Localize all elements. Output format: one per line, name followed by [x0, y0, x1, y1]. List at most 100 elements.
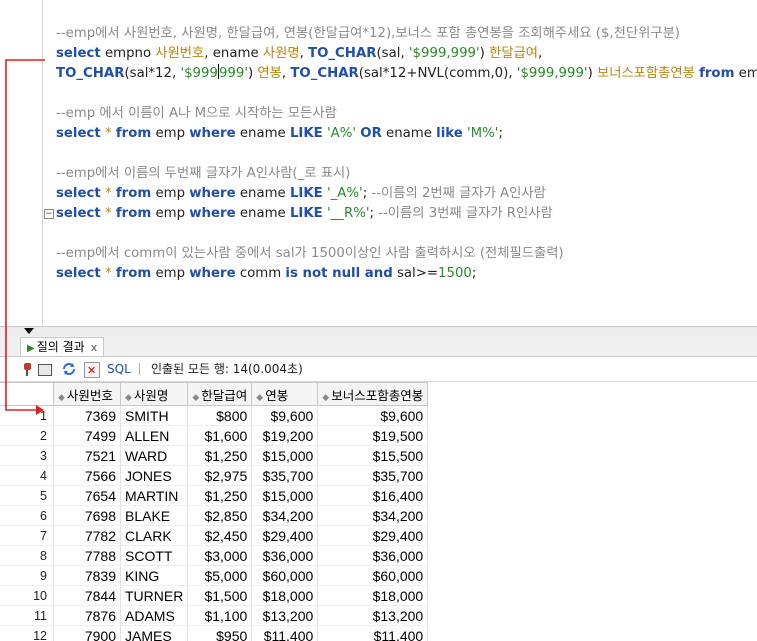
- table-cell[interactable]: $16,400: [317, 485, 429, 506]
- table-cell[interactable]: ALLEN: [120, 425, 189, 446]
- table-cell[interactable]: $13,200: [317, 605, 429, 626]
- table-row[interactable]: 7 7782 CLARK $2,450 $29,400 $29,400: [0, 525, 429, 546]
- code-line[interactable]: --emp에서 이름의 두번째 글자가 A인사람(_로 표시): [56, 164, 350, 184]
- table-cell[interactable]: 7369: [53, 405, 121, 426]
- table-cell[interactable]: $15,000: [251, 445, 319, 466]
- table-cell[interactable]: $2,450: [187, 525, 253, 546]
- table-cell[interactable]: CLARK: [120, 525, 189, 546]
- table-cell[interactable]: $34,200: [317, 505, 429, 526]
- table-row[interactable]: 10 7844 TURNER $1,500 $18,000 $18,000: [0, 585, 429, 606]
- table-cell[interactable]: $1,600: [187, 425, 253, 446]
- table-cell[interactable]: 7876: [53, 605, 121, 626]
- table-cell[interactable]: 7499: [53, 425, 121, 446]
- table-cell[interactable]: $29,400: [251, 525, 319, 546]
- table-cell[interactable]: $35,700: [317, 465, 429, 486]
- table-cell[interactable]: 7900: [53, 625, 121, 641]
- fold-toggle-icon[interactable]: −: [44, 209, 54, 219]
- table-row[interactable]: 5 7654 MARTIN $1,250 $15,000 $16,400: [0, 485, 429, 506]
- table-cell[interactable]: $11,400: [317, 625, 429, 641]
- code-line[interactable]: select * from emp where comm is not null…: [56, 264, 476, 284]
- print-icon[interactable]: [38, 364, 52, 376]
- table-cell[interactable]: JONES: [120, 465, 189, 486]
- table-cell[interactable]: 7788: [53, 545, 121, 566]
- table-cell[interactable]: $36,000: [317, 545, 429, 566]
- column-header-empno[interactable]: ◆ 사원번호: [53, 382, 121, 406]
- table-cell[interactable]: 7839: [53, 565, 121, 586]
- table-row[interactable]: 2 7499 ALLEN $1,600 $19,200 $19,500: [0, 425, 429, 446]
- refresh-icon[interactable]: [61, 362, 75, 376]
- table-cell[interactable]: $800: [187, 405, 253, 426]
- sort-icon[interactable]: ◆: [322, 392, 329, 402]
- table-row[interactable]: 8 7788 SCOTT $3,000 $36,000 $36,000: [0, 545, 429, 566]
- tab-query-result[interactable]: ▶ 질의 결과 x: [20, 337, 105, 356]
- code-line[interactable]: select empno 사원번호, ename 사원명, TO_CHAR(sa…: [56, 44, 542, 64]
- table-cell[interactable]: 7521: [53, 445, 121, 466]
- table-cell[interactable]: 7782: [53, 525, 121, 546]
- table-cell[interactable]: $1,250: [187, 445, 253, 466]
- table-cell[interactable]: $19,500: [317, 425, 429, 446]
- results-grid[interactable]: ◆ 사원번호 ◆ 사원명 ◆ 한달급여 ◆ 연봉 ◆ 보너스포함총연봉 1 7369 SMIT…: [0, 382, 757, 641]
- table-cell[interactable]: 7654: [53, 485, 121, 506]
- table-row[interactable]: 4 7566 JONES $2,975 $35,700 $35,700: [0, 465, 429, 486]
- table-cell[interactable]: $9,600: [251, 405, 319, 426]
- table-row[interactable]: 9 7839 KING $5,000 $60,000 $60,000: [0, 565, 429, 586]
- table-cell[interactable]: $2,850: [187, 505, 253, 526]
- table-row[interactable]: 6 7698 BLAKE $2,850 $34,200 $34,200: [0, 505, 429, 526]
- pin-icon[interactable]: [20, 362, 34, 376]
- sql-editor[interactable]: − --emp에서 사원번호, 사원명, 한달급여, 연봉(한달급여*12),보…: [0, 0, 757, 326]
- table-cell[interactable]: $34,200: [251, 505, 319, 526]
- table-cell[interactable]: $2,975: [187, 465, 253, 486]
- table-cell[interactable]: $3,000: [187, 545, 253, 566]
- table-cell[interactable]: 7844: [53, 585, 121, 606]
- table-cell[interactable]: $9,600: [317, 405, 429, 426]
- table-cell[interactable]: $60,000: [317, 565, 429, 586]
- table-row[interactable]: 11 7876 ADAMS $1,100 $13,200 $13,200: [0, 605, 429, 626]
- code-line[interactable]: select * from emp where ename LIKE '_A%'…: [56, 184, 546, 204]
- table-cell[interactable]: ADAMS: [120, 605, 189, 626]
- table-cell[interactable]: $19,200: [251, 425, 319, 446]
- code-line[interactable]: TO_CHAR(sal*12, '$999999') 연봉, TO_CHAR(s…: [56, 64, 757, 84]
- sort-icon[interactable]: ◆: [58, 392, 65, 402]
- table-cell[interactable]: $11,400: [251, 625, 319, 641]
- sort-icon[interactable]: ◆: [125, 392, 132, 402]
- code-line[interactable]: --emp에서 사원번호, 사원명, 한달급여, 연봉(한달급여*12),보너스…: [56, 24, 680, 44]
- table-row[interactable]: 1 7369 SMITH $800 $9,600 $9,600: [0, 405, 429, 426]
- table-cell[interactable]: MARTIN: [120, 485, 189, 506]
- table-cell[interactable]: TURNER: [120, 585, 189, 606]
- cancel-query-icon[interactable]: [84, 359, 100, 383]
- code-line[interactable]: select * from emp where ename LIKE 'A%' …: [56, 124, 503, 144]
- collapse-arrow-icon[interactable]: [24, 328, 34, 334]
- table-cell[interactable]: 7698: [53, 505, 121, 526]
- table-cell[interactable]: $36,000: [251, 545, 319, 566]
- table-row[interactable]: 12 7900 JAMES $950 $11,400 $11,400: [0, 625, 429, 641]
- table-cell[interactable]: $35,700: [251, 465, 319, 486]
- table-cell[interactable]: SCOTT: [120, 545, 189, 566]
- table-cell[interactable]: $29,400: [317, 525, 429, 546]
- code-line[interactable]: select * from emp where ename LIKE '__R%…: [56, 204, 553, 224]
- table-cell[interactable]: JAMES: [120, 625, 189, 641]
- sort-icon[interactable]: ◆: [192, 392, 199, 402]
- table-cell[interactable]: $15,000: [251, 485, 319, 506]
- table-cell[interactable]: $15,500: [317, 445, 429, 466]
- code-line[interactable]: --emp 에서 이름이 A나 M으로 시작하는 모든사람: [56, 104, 337, 124]
- sql-link[interactable]: SQL: [107, 357, 131, 381]
- column-header-sal[interactable]: ◆ 한달급여: [187, 382, 253, 406]
- table-cell[interactable]: $18,000: [251, 585, 319, 606]
- table-cell[interactable]: $60,000: [251, 565, 319, 586]
- code-line[interactable]: --emp에서 comm이 있는사람 중에서 sal가 1500이상인 사람 출…: [56, 244, 564, 264]
- table-cell[interactable]: $1,250: [187, 485, 253, 506]
- column-header-annual[interactable]: ◆ 연봉: [251, 382, 319, 406]
- table-row[interactable]: 3 7521 WARD $1,250 $15,000 $15,500: [0, 445, 429, 466]
- table-cell[interactable]: WARD: [120, 445, 189, 466]
- table-cell[interactable]: KING: [120, 565, 189, 586]
- table-cell[interactable]: $18,000: [317, 585, 429, 606]
- table-cell[interactable]: SMITH: [120, 405, 189, 426]
- table-cell[interactable]: $1,500: [187, 585, 253, 606]
- sort-icon[interactable]: ◆: [256, 392, 263, 402]
- table-cell[interactable]: 7566: [53, 465, 121, 486]
- table-cell[interactable]: $13,200: [251, 605, 319, 626]
- table-cell[interactable]: $5,000: [187, 565, 253, 586]
- table-cell[interactable]: BLAKE: [120, 505, 189, 526]
- table-cell[interactable]: $950: [187, 625, 253, 641]
- table-cell[interactable]: $1,100: [187, 605, 253, 626]
